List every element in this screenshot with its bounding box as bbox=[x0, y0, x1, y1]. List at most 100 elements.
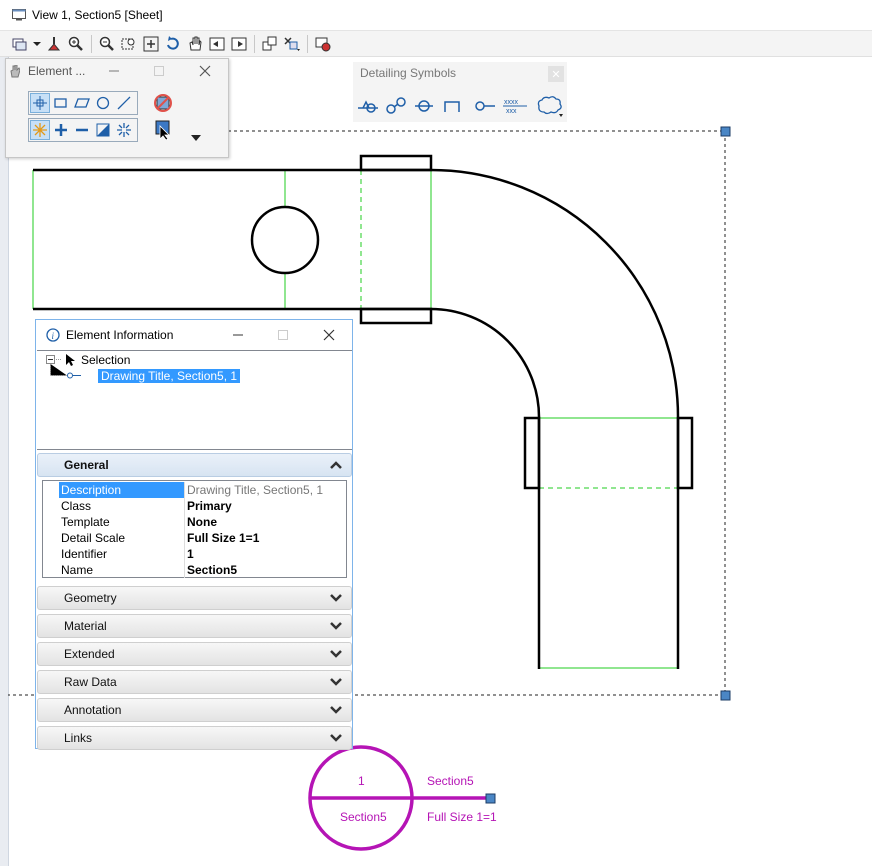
chevron-down-icon[interactable] bbox=[32, 34, 42, 54]
property-value: Section5 bbox=[187, 563, 238, 577]
selection-tree: Selection Drawing Title, Section5, 1 bbox=[37, 350, 352, 450]
property-value: Primary bbox=[187, 499, 232, 513]
general-properties-grid: Description Drawing Title, Section5, 1 C… bbox=[42, 480, 347, 578]
rotate-view-icon[interactable] bbox=[163, 34, 183, 54]
section-label: Extended bbox=[64, 647, 115, 661]
window-area-icon[interactable] bbox=[119, 34, 139, 54]
close-icon[interactable]: ✕ bbox=[548, 66, 564, 82]
chevron-down-icon bbox=[330, 650, 342, 658]
element-selection-header[interactable]: Element ... bbox=[6, 59, 228, 83]
view-previous-icon[interactable] bbox=[207, 34, 227, 54]
section-label: Raw Data bbox=[64, 675, 117, 689]
toolbar-separator bbox=[307, 34, 308, 53]
individual-select-icon[interactable] bbox=[30, 93, 50, 113]
svg-text:xxx: xxx bbox=[506, 108, 517, 115]
section-extended[interactable]: Extended bbox=[37, 642, 352, 666]
minimize-icon[interactable] bbox=[229, 326, 247, 344]
element-selection-toolbox: Element ... bbox=[5, 58, 229, 158]
shape-select-icon[interactable] bbox=[72, 93, 92, 113]
pan-view-icon[interactable] bbox=[185, 34, 205, 54]
section-general[interactable]: General bbox=[37, 453, 352, 477]
section-material[interactable]: Material bbox=[37, 614, 352, 638]
title-text-icon[interactable]: xxxx xxx bbox=[501, 94, 529, 118]
section-annotation[interactable]: Annotation bbox=[37, 698, 352, 722]
drawing-title-bubble-name: Section5 bbox=[340, 810, 387, 824]
view-next-icon[interactable] bbox=[229, 34, 249, 54]
new-mode-icon[interactable] bbox=[30, 120, 50, 140]
tree-node-selection[interactable]: Selection bbox=[65, 352, 130, 368]
element-information-title: Element Information bbox=[66, 327, 174, 342]
section-label: Annotation bbox=[64, 703, 122, 717]
tree-node-drawing-title[interactable]: Drawing Title, Section5, 1 bbox=[98, 368, 241, 384]
circle-select-icon[interactable] bbox=[93, 93, 113, 113]
element-selection-title: Element ... bbox=[28, 64, 86, 78]
fit-view-icon[interactable] bbox=[141, 34, 161, 54]
arrow-pointer-icon bbox=[66, 354, 75, 366]
chevron-down-icon bbox=[330, 622, 342, 630]
display-style-icon[interactable] bbox=[313, 34, 333, 54]
property-row-description[interactable]: Description Drawing Title, Section5, 1 bbox=[43, 482, 346, 498]
section-label: Material bbox=[64, 619, 107, 633]
element-information-header[interactable]: i Element Information bbox=[36, 320, 352, 349]
property-row-identifier[interactable]: Identifier 1 bbox=[43, 546, 346, 562]
svg-text:xxxx: xxxx bbox=[504, 99, 519, 106]
invert-mode-icon[interactable] bbox=[93, 120, 113, 140]
add-mode-icon[interactable] bbox=[51, 120, 71, 140]
chevron-down-icon bbox=[330, 706, 342, 714]
detailing-symbols-toolbox: Detailing Symbols ✕ xxxx xxx bbox=[353, 62, 567, 122]
hand-icon bbox=[10, 64, 20, 77]
property-row-detail-scale[interactable]: Detail Scale Full Size 1=1 bbox=[43, 530, 346, 546]
update-view-icon[interactable] bbox=[44, 34, 64, 54]
property-key: Identifier bbox=[59, 546, 185, 562]
section-general-label: General bbox=[64, 458, 109, 472]
close-icon[interactable] bbox=[197, 63, 213, 79]
zoom-out-icon[interactable] bbox=[97, 34, 117, 54]
drawing-title-scale: Full Size 1=1 bbox=[427, 810, 497, 824]
property-key: Name bbox=[59, 562, 185, 578]
toolbar-separator bbox=[91, 34, 92, 53]
minimize-icon[interactable] bbox=[106, 63, 122, 79]
select-all-icon[interactable] bbox=[114, 120, 134, 140]
subtract-mode-icon[interactable] bbox=[72, 120, 92, 140]
drawing-title-handle bbox=[485, 793, 496, 804]
section-label: Geometry bbox=[64, 591, 117, 605]
section-geometry[interactable]: Geometry bbox=[37, 586, 352, 610]
property-row-name[interactable]: Name Section5 bbox=[43, 562, 346, 578]
section-links[interactable]: Links bbox=[37, 726, 352, 750]
copy-view-icon[interactable] bbox=[260, 34, 280, 54]
clip-volume-icon[interactable] bbox=[282, 34, 302, 54]
property-row-template[interactable]: Template None bbox=[43, 514, 346, 530]
chevron-down-icon bbox=[330, 734, 342, 742]
line-select-icon[interactable] bbox=[114, 93, 134, 113]
drawing-title-symbol bbox=[308, 745, 489, 851]
interior-elevation-icon[interactable] bbox=[440, 94, 464, 118]
view-window-icon bbox=[12, 9, 26, 21]
block-select-icon[interactable] bbox=[51, 93, 71, 113]
view-title: View 1, Section5 [Sheet] bbox=[32, 8, 163, 22]
clear-selection-icon[interactable] bbox=[153, 93, 173, 113]
detailing-symbols-title: Detailing Symbols bbox=[360, 66, 457, 80]
revision-cloud-icon[interactable] bbox=[535, 94, 565, 118]
property-value: Drawing Title, Section5, 1 bbox=[187, 483, 324, 497]
view-attributes-icon[interactable] bbox=[10, 34, 30, 54]
sheet-handle-bottom-right bbox=[720, 690, 731, 701]
view-title-bar[interactable]: View 1, Section5 [Sheet] bbox=[0, 0, 872, 31]
maximize-icon bbox=[274, 326, 292, 344]
toolbar-separator bbox=[254, 34, 255, 53]
chevron-down-icon bbox=[330, 678, 342, 686]
detail-callout-icon[interactable] bbox=[384, 94, 408, 118]
element-information-dialog: i Element Information Selection Drawing … bbox=[35, 319, 353, 750]
info-icon: i bbox=[46, 327, 60, 342]
property-row-class[interactable]: Class Primary bbox=[43, 498, 346, 514]
chevron-down-icon[interactable] bbox=[186, 128, 206, 148]
view-toolbar bbox=[0, 31, 872, 57]
selection-mode-icon[interactable] bbox=[153, 120, 173, 140]
elevation-callout-icon[interactable] bbox=[412, 94, 436, 118]
zoom-in-icon[interactable] bbox=[66, 34, 86, 54]
drawing-title-icon[interactable] bbox=[473, 94, 497, 118]
section-raw-data[interactable]: Raw Data bbox=[37, 670, 352, 694]
section-callout-icon[interactable] bbox=[356, 94, 380, 118]
close-icon[interactable] bbox=[320, 326, 338, 344]
sheet-handle-top-right bbox=[720, 126, 731, 137]
property-key: Template bbox=[59, 514, 185, 530]
